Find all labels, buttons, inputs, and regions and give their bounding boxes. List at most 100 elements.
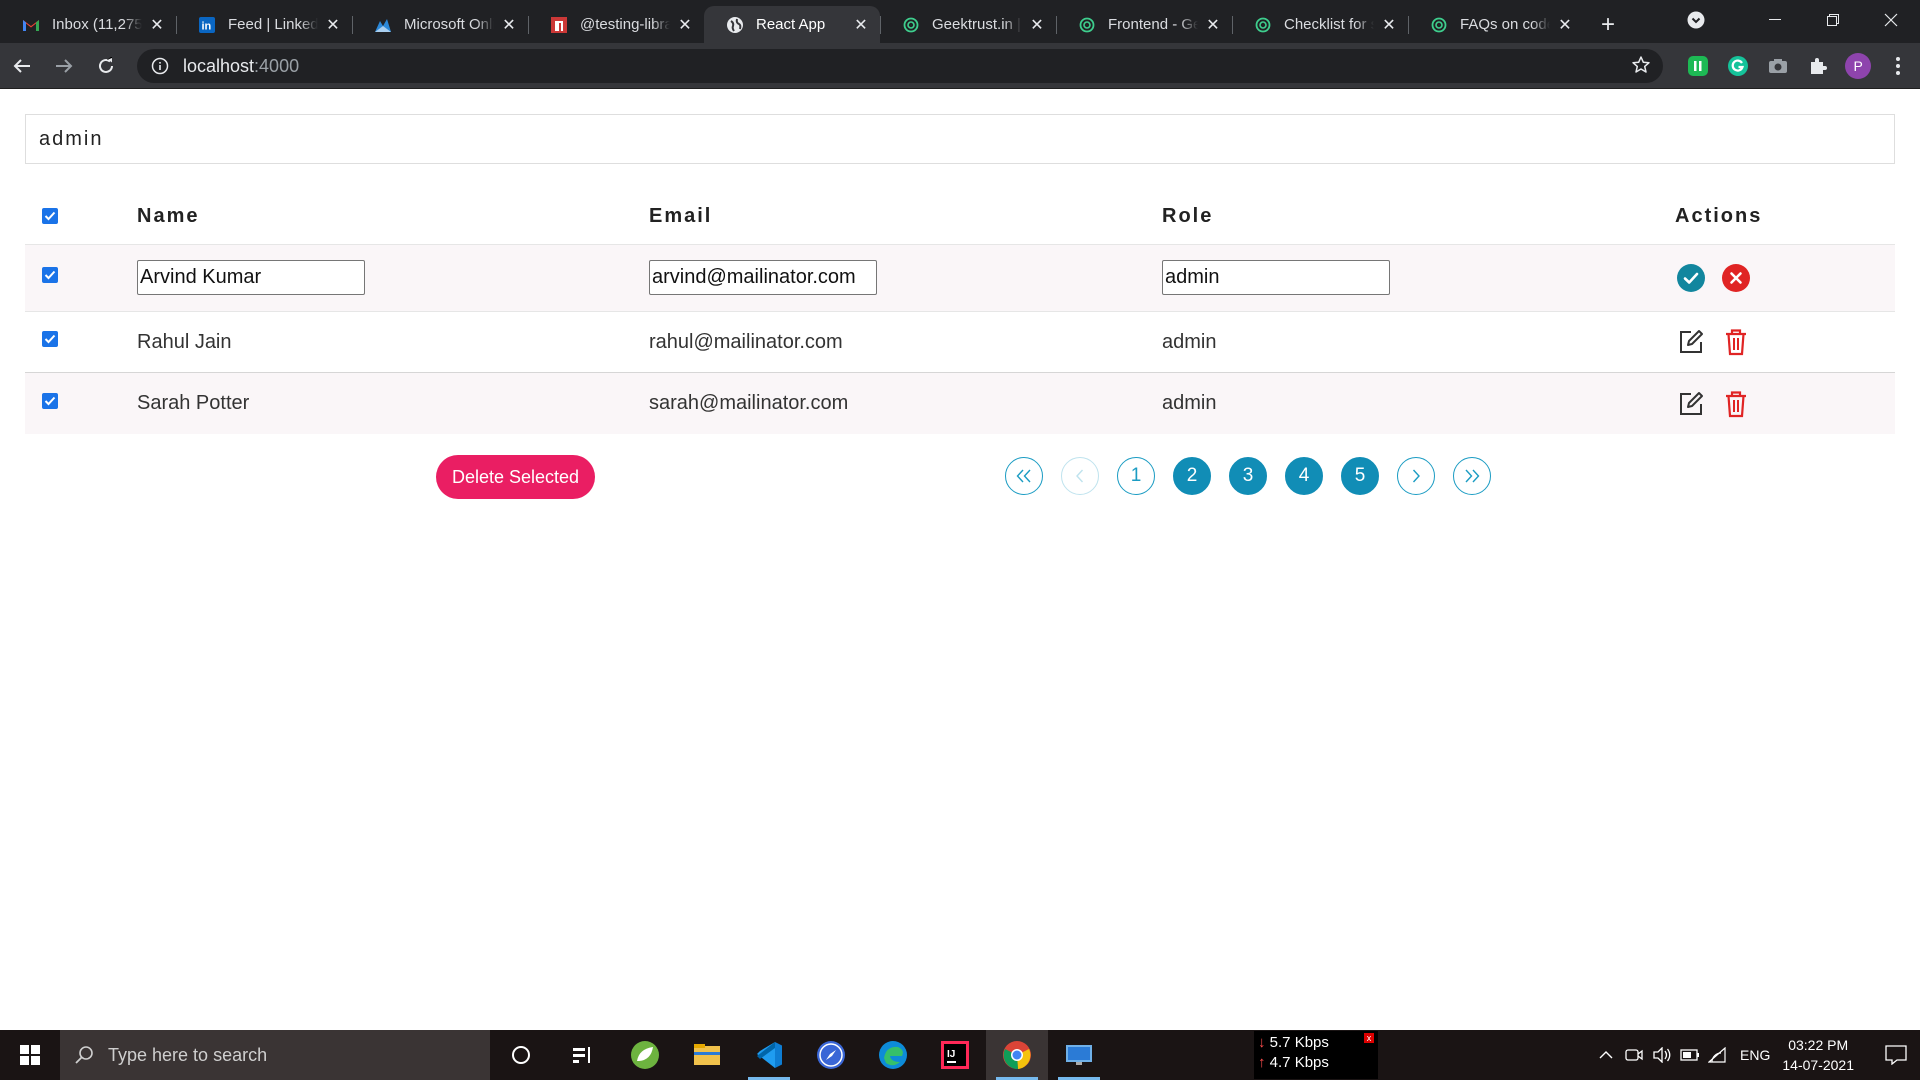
row-checkbox[interactable] bbox=[42, 373, 58, 434]
chrome-menu-icon[interactable] bbox=[1884, 52, 1912, 80]
svg-text:IJ: IJ bbox=[947, 1049, 955, 1060]
tab-frontend[interactable]: Frontend - Geek ✕ bbox=[1056, 6, 1232, 43]
clock-time: 03:22 PM bbox=[1788, 1037, 1849, 1053]
close-icon[interactable]: ✕ bbox=[500, 16, 518, 34]
file-explorer-icon[interactable] bbox=[676, 1030, 738, 1080]
new-tab-button[interactable]: + bbox=[1590, 6, 1626, 43]
meet-now-icon[interactable] bbox=[1620, 1047, 1648, 1063]
network-monitor: ↓ 5.7 Kbps ↑ 4.7 Kbps x bbox=[1254, 1031, 1378, 1079]
delete-button[interactable] bbox=[1720, 388, 1752, 420]
forward-button[interactable] bbox=[44, 46, 84, 86]
save-button[interactable] bbox=[1675, 262, 1707, 294]
close-icon[interactable]: x bbox=[1364, 1033, 1374, 1043]
tab-linkedin[interactable]: in Feed | LinkedIn ✕ bbox=[176, 6, 352, 43]
spring-tool-icon[interactable] bbox=[614, 1030, 676, 1080]
intellij-icon[interactable]: IJ bbox=[924, 1030, 986, 1080]
tab-checklist[interactable]: Checklist for sub ✕ bbox=[1232, 6, 1408, 43]
task-view-icon bbox=[573, 1047, 590, 1063]
close-icon[interactable]: ✕ bbox=[1028, 16, 1046, 34]
page-button-1[interactable]: 1 bbox=[1117, 457, 1155, 495]
page-button-3[interactable]: 3 bbox=[1229, 457, 1267, 495]
back-button[interactable] bbox=[2, 46, 42, 86]
column-header-actions: Actions bbox=[1675, 204, 1763, 227]
checkbox-checked[interactable] bbox=[42, 267, 58, 283]
close-icon[interactable]: ✕ bbox=[1380, 16, 1398, 34]
checkbox-checked[interactable] bbox=[42, 331, 58, 347]
tab-geektrust[interactable]: Geektrust.in | T ✕ bbox=[880, 6, 1056, 43]
vscode-icon[interactable] bbox=[738, 1030, 800, 1080]
system-clock[interactable]: 03:22 PM 14-07-2021 bbox=[1782, 1035, 1854, 1075]
cancel-button[interactable] bbox=[1720, 262, 1752, 294]
extensions-puzzle-icon[interactable] bbox=[1804, 52, 1832, 80]
reload-button[interactable] bbox=[86, 46, 126, 86]
next-page-button[interactable] bbox=[1397, 457, 1435, 495]
close-icon[interactable]: ✕ bbox=[852, 16, 870, 34]
edit-name-input[interactable] bbox=[137, 259, 365, 295]
tab-npm[interactable]: @testing-library ✕ bbox=[528, 6, 704, 43]
row-checkbox[interactable] bbox=[42, 312, 58, 372]
close-icon[interactable]: ✕ bbox=[1204, 16, 1222, 34]
checkbox-checked[interactable] bbox=[42, 392, 58, 409]
delete-selected-button[interactable]: Delete Selected bbox=[436, 455, 595, 499]
svg-text:in: in bbox=[202, 20, 212, 32]
page-button-5[interactable]: 5 bbox=[1341, 457, 1379, 495]
restore-button[interactable] bbox=[1804, 0, 1862, 40]
page-button-4[interactable]: 4 bbox=[1285, 457, 1323, 495]
tab-faqs[interactable]: FAQs on code ✕ bbox=[1408, 6, 1584, 43]
close-icon[interactable]: ✕ bbox=[676, 16, 694, 34]
notification-center-button[interactable] bbox=[1872, 1045, 1920, 1065]
cortana-button[interactable] bbox=[490, 1030, 552, 1080]
extension-green-icon[interactable] bbox=[1684, 52, 1712, 80]
prev-page-button[interactable] bbox=[1061, 457, 1099, 495]
checkbox-checked[interactable] bbox=[42, 208, 58, 224]
arrow-left-icon bbox=[13, 58, 30, 73]
chrome-icon[interactable] bbox=[986, 1030, 1048, 1080]
bookmark-star-icon[interactable] bbox=[1631, 55, 1651, 80]
edit-button[interactable] bbox=[1675, 326, 1707, 358]
close-icon[interactable]: ✕ bbox=[148, 16, 166, 34]
windows-start-button[interactable] bbox=[0, 1030, 60, 1080]
remote-desktop-icon[interactable] bbox=[1048, 1030, 1110, 1080]
last-page-button[interactable] bbox=[1453, 457, 1491, 495]
minimize-button[interactable] bbox=[1746, 0, 1804, 40]
edge-icon[interactable] bbox=[862, 1030, 924, 1080]
table-row bbox=[25, 245, 1895, 312]
close-icon[interactable]: ✕ bbox=[324, 16, 342, 34]
edit-role-input[interactable] bbox=[1162, 259, 1390, 295]
address-bar[interactable]: localhost:4000 bbox=[137, 49, 1663, 83]
url-port: :4000 bbox=[254, 55, 300, 76]
task-view-button[interactable] bbox=[552, 1030, 614, 1080]
battery-icon[interactable] bbox=[1676, 1049, 1704, 1061]
page-button-2[interactable]: 2 bbox=[1173, 457, 1211, 495]
extensions-bar: P bbox=[1684, 49, 1912, 83]
tab-search-button[interactable] bbox=[1676, 11, 1716, 29]
first-page-button[interactable] bbox=[1005, 457, 1043, 495]
delete-button[interactable] bbox=[1720, 326, 1752, 358]
close-window-button[interactable] bbox=[1862, 0, 1920, 40]
search-input[interactable] bbox=[25, 114, 1895, 164]
info-icon[interactable] bbox=[151, 57, 169, 75]
globe-icon bbox=[726, 16, 744, 34]
close-icon[interactable]: ✕ bbox=[1556, 16, 1574, 34]
language-indicator[interactable]: ENG bbox=[1740, 1047, 1770, 1063]
select-all-checkbox[interactable] bbox=[42, 184, 58, 244]
chevron-up-icon[interactable] bbox=[1592, 1051, 1620, 1059]
npm-icon bbox=[550, 16, 568, 34]
tab-title: @testing-library bbox=[580, 16, 670, 33]
camera-icon[interactable] bbox=[1764, 52, 1792, 80]
edit-email-input[interactable] bbox=[649, 259, 877, 295]
tab-microsoft[interactable]: Microsoft Online ✕ bbox=[352, 6, 528, 43]
wifi-icon[interactable] bbox=[1704, 1047, 1732, 1063]
profile-avatar[interactable]: P bbox=[1844, 52, 1872, 80]
microsoft-icon bbox=[374, 16, 392, 34]
system-tray: ENG 03:22 PM 14-07-2021 bbox=[1592, 1030, 1920, 1080]
edit-button[interactable] bbox=[1675, 388, 1707, 420]
tab-title: React App bbox=[756, 16, 826, 33]
grammarly-icon[interactable] bbox=[1724, 52, 1752, 80]
volume-icon[interactable] bbox=[1648, 1047, 1676, 1063]
tab-gmail[interactable]: Inbox (11,275) - pallavi ✕ bbox=[0, 6, 176, 43]
safari-like-icon[interactable] bbox=[800, 1030, 862, 1080]
row-checkbox[interactable] bbox=[42, 245, 58, 311]
taskbar-search-box[interactable]: Type here to search bbox=[60, 1030, 490, 1080]
tab-react-app[interactable]: React App ✕ bbox=[704, 6, 880, 43]
